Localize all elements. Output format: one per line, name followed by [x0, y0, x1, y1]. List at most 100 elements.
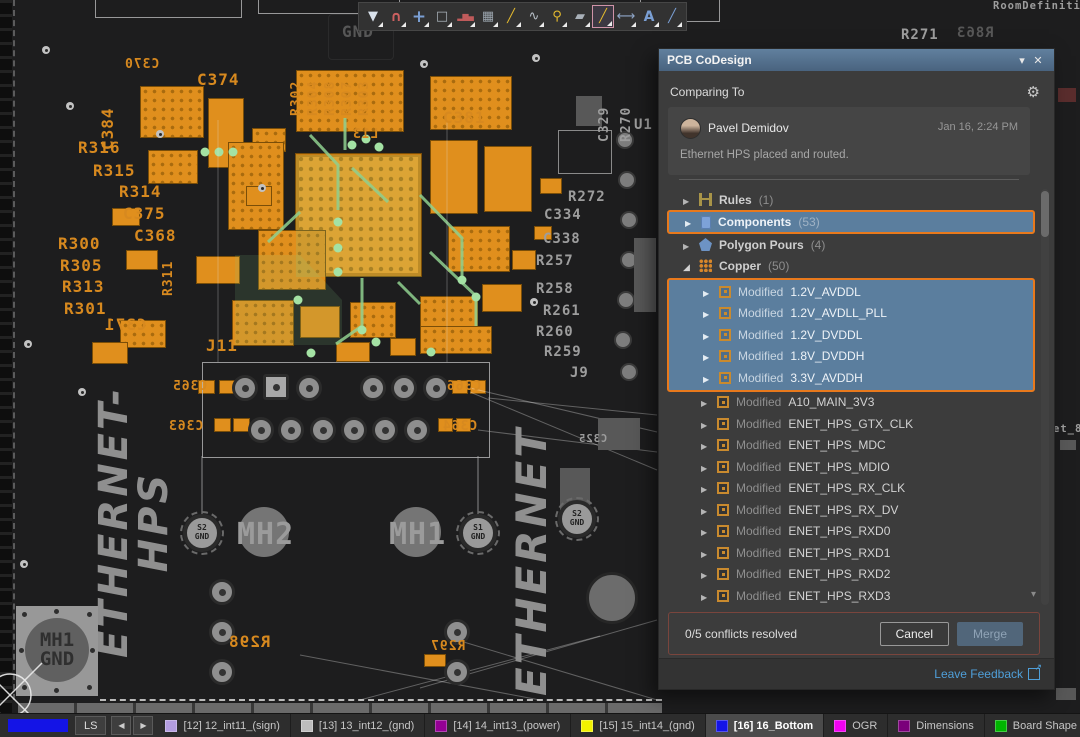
layer-tab-label: [15] 15_int14_(gnd)	[599, 720, 694, 732]
layer-sets-button[interactable]: LS	[75, 716, 106, 735]
pcb-shape	[620, 363, 638, 381]
expand-arrow-icon[interactable]	[703, 371, 712, 385]
pcb-designator: R301	[64, 301, 107, 317]
expand-arrow-icon[interactable]	[683, 193, 692, 207]
tree-scrollbar[interactable]	[1041, 189, 1049, 605]
line-icon[interactable]: ╱	[661, 5, 683, 28]
tree-item-net[interactable]: Modified A10_MAIN_3V3	[667, 392, 1035, 414]
tree-item-net[interactable]: Modified 3.3V_AVDDH	[669, 367, 1033, 389]
route-icon[interactable]: ╱	[500, 5, 522, 28]
expand-arrow-icon[interactable]	[703, 328, 712, 342]
through-hole-pad	[586, 572, 638, 624]
merge-button[interactable]: Merge	[957, 622, 1023, 646]
collapse-arrow-icon[interactable]	[683, 259, 692, 273]
text-icon[interactable]: A	[638, 5, 660, 28]
tree-item-net[interactable]: Modified ENET_HPS_RXD1	[667, 542, 1035, 564]
scrollbar-thumb[interactable]	[1041, 191, 1049, 237]
leave-feedback-link[interactable]: Leave Feedback	[934, 667, 1040, 681]
cancel-button[interactable]: Cancel	[880, 622, 949, 646]
layer-tab[interactable]: [16] 16_Bottom	[706, 714, 824, 737]
tree-item-net[interactable]: Modified 1.2V_AVDLL_PLL	[669, 303, 1033, 325]
tree-item-net[interactable]: Modified ENET_HPS_RX_DV	[667, 499, 1035, 521]
scroll-down-icon[interactable]: ▾	[1031, 589, 1036, 600]
panel-collapse-icon[interactable]: ▾	[1014, 54, 1030, 67]
tree-item-polygon-pours[interactable]: Polygon Pours (4)	[667, 234, 1035, 255]
expand-arrow-icon[interactable]	[701, 524, 710, 538]
layer-tab[interactable]: [15] 15_int14_(gnd)	[571, 714, 705, 737]
layer-tab[interactable]: Dimensions	[888, 714, 984, 737]
through-hole-pad	[444, 659, 470, 685]
expand-arrow-icon[interactable]	[701, 503, 710, 517]
expand-arrow-icon[interactable]	[701, 460, 710, 474]
tree-item-net[interactable]: Modified ENET_HPS_RXD0	[667, 521, 1035, 543]
select-area-icon[interactable]: □	[431, 5, 453, 28]
tree-group-count: (53)	[798, 215, 819, 229]
expand-arrow-icon[interactable]	[701, 567, 710, 581]
via	[42, 46, 50, 54]
tree-item-net[interactable]: Modified ENET_HPS_RXD2	[667, 564, 1035, 586]
tree-item-net[interactable]: Modified ENET_HPS_MDC	[667, 435, 1035, 457]
current-layer-color-swatch[interactable]	[8, 719, 68, 732]
magnet-snap-icon[interactable]: ∩	[385, 5, 407, 28]
board-outline-dashed-bottom	[100, 699, 662, 701]
pcb-pad	[232, 300, 294, 346]
pcb-designator: R272	[568, 190, 606, 204]
pcb-pad	[448, 226, 510, 272]
polygon-pour-icon[interactable]: ▰	[569, 5, 591, 28]
expand-arrow-icon[interactable]	[685, 215, 694, 229]
next-layer-button[interactable]: ▶	[133, 716, 153, 735]
pcb-designator: L13	[352, 128, 378, 141]
pcb-designator: C374	[197, 72, 240, 88]
via-icon[interactable]: ⚲	[546, 5, 568, 28]
tree-item-components[interactable]: Components (53)	[667, 210, 1035, 234]
expand-arrow-icon[interactable]	[703, 285, 712, 299]
tree-item-net[interactable]: Modified ENET_HPS_GTX_CLK	[667, 413, 1035, 435]
tree-item-net[interactable]: Modified 1.8V_DVDDH	[669, 346, 1033, 368]
tree-item-rules[interactable]: Rules (1)	[667, 189, 1035, 210]
polygon-pours-icon	[699, 238, 712, 251]
chart-icon[interactable]: ▂▆▄	[454, 5, 476, 28]
expand-arrow-icon[interactable]	[701, 395, 710, 409]
pcb-pad	[140, 86, 204, 138]
expand-arrow-icon[interactable]	[701, 589, 710, 603]
expand-arrow-icon[interactable]	[703, 306, 712, 320]
ground-pad-net: GND	[195, 533, 209, 542]
ground-pad-ref: S1	[473, 524, 483, 533]
tree-item-net[interactable]: Modified ENET_HPS_RXD3	[667, 585, 1035, 607]
via	[532, 54, 540, 62]
measure-icon[interactable]: ⟷	[615, 5, 637, 28]
tree-item-net[interactable]: Modified 1.2V_DVDDL	[669, 324, 1033, 346]
panel-close-icon[interactable]: ✕	[1030, 54, 1046, 67]
layer-tab[interactable]: [14] 14_int13_(power)	[425, 714, 571, 737]
pcb-designator: J11	[206, 338, 238, 354]
expand-arrow-icon[interactable]	[683, 238, 692, 252]
pcb-designator: R305	[60, 258, 103, 274]
layer-tab[interactable]: Board Shape	[985, 714, 1080, 737]
net-name: 1.8V_DVDDH	[790, 349, 864, 363]
gear-icon[interactable]: ⚙	[1027, 83, 1040, 101]
layer-tab[interactable]: [12] 12_int11_(sign)	[155, 714, 290, 737]
modified-net-icon	[717, 439, 729, 451]
tree-item-net[interactable]: Modified ENET_HPS_MDIO	[667, 456, 1035, 478]
layer-tabs: [12] 12_int11_(sign) [13] 13_int12_(gnd)…	[155, 714, 1080, 737]
tree-item-copper[interactable]: Copper (50)	[667, 255, 1035, 276]
active-route-icon[interactable]: ╱	[592, 5, 614, 28]
tree-group-count: (4)	[811, 238, 826, 252]
toolbar-icon-glyph: □	[436, 9, 448, 24]
expand-arrow-icon[interactable]	[701, 481, 710, 495]
expand-arrow-icon[interactable]	[701, 417, 710, 431]
tree-item-net[interactable]: Modified ENET_HPS_RX_CLK	[667, 478, 1035, 500]
layer-tab[interactable]: OGR	[824, 714, 888, 737]
expand-arrow-icon[interactable]	[701, 546, 710, 560]
prev-layer-button[interactable]: ◀	[111, 716, 131, 735]
filter-icon[interactable]: ▼	[362, 5, 384, 28]
expand-arrow-icon[interactable]	[703, 349, 712, 363]
tree-item-net[interactable]: Modified 1.2V_AVDDL	[669, 281, 1033, 303]
pcb-designator: R307	[341, 81, 354, 116]
component-icon[interactable]: ▦	[477, 5, 499, 28]
layer-tab[interactable]: [13] 13_int12_(gnd)	[291, 714, 425, 737]
expand-arrow-icon[interactable]	[701, 438, 710, 452]
crosshair-icon[interactable]: +	[408, 5, 430, 28]
diff-pair-route-icon[interactable]: ∿	[523, 5, 545, 28]
through-hole-pad	[209, 659, 235, 685]
